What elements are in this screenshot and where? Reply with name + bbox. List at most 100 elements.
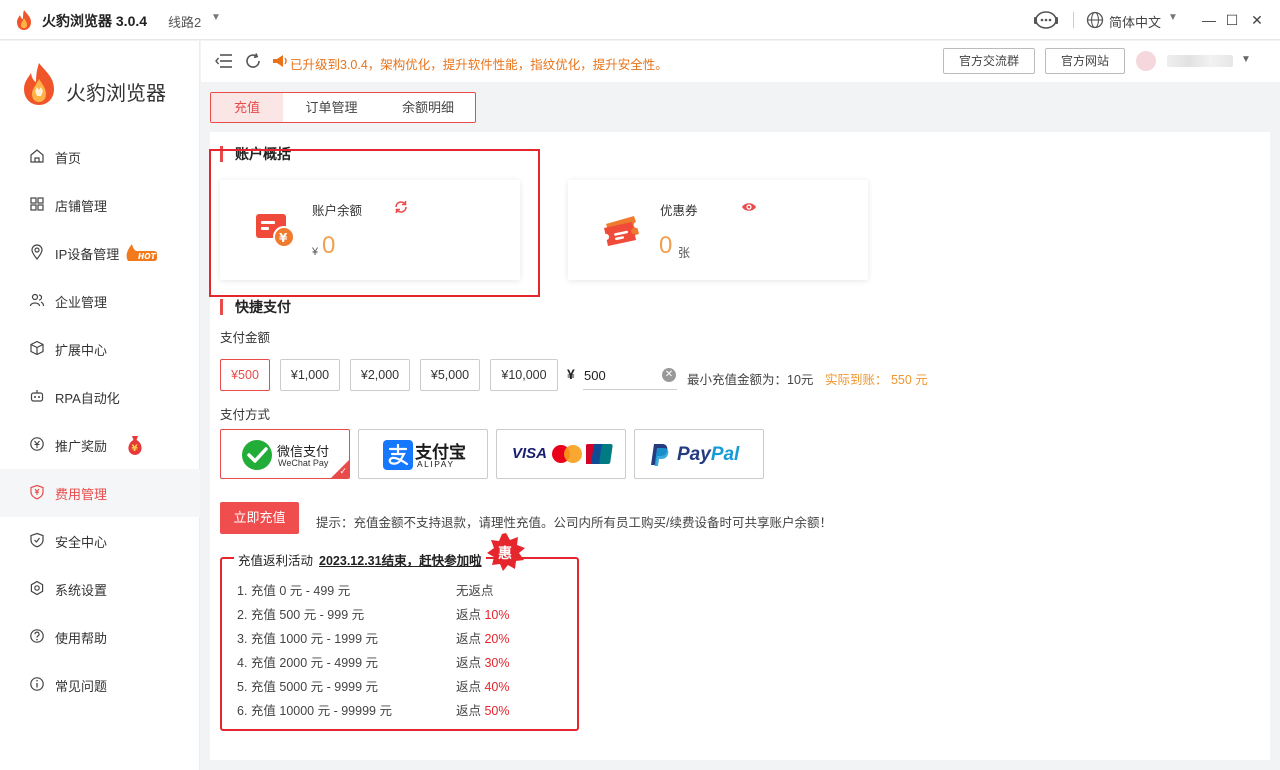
wechat-pay-en-label: WeChat Pay — [278, 458, 329, 468]
alipay-en-label: ALIPAY — [417, 459, 455, 469]
sidebar-item-rewards[interactable]: 推广奖励 ¥ — [0, 421, 200, 469]
coupon-unit: 张 — [678, 246, 691, 260]
sidebar-item-home[interactable]: 首页 — [0, 133, 200, 181]
paypal-pal-text: Pal — [710, 444, 740, 465]
sidebar: 火豹浏览器 首页 店铺管理 IP设备管理 HOT 企业管理 扩展中心 RPA自动… — [0, 41, 200, 770]
amount-option-500[interactable]: ¥500 — [220, 359, 270, 391]
tab-bar: 充值 订单管理 余额明细 — [210, 92, 476, 123]
tab-orders[interactable]: 订单管理 — [283, 93, 380, 122]
top-bar: 已升级到3.0.4，架构优化，提升软件性能，指纹优化，提升安全性。 官方交流群 … — [201, 41, 1280, 82]
svg-text:¥: ¥ — [132, 444, 139, 454]
chevron-down-icon[interactable]: ▼ — [1241, 54, 1251, 65]
robot-icon — [30, 390, 44, 402]
pay-method-paypal[interactable]: PayPal — [634, 429, 764, 479]
recharge-tip: 提示：充值金额不支持退款，请理性充值。公司内所有员工购买/续费设备时可共享账户余… — [316, 516, 832, 530]
promo-rate-1: 无返点 — [456, 584, 494, 598]
flame-logo-icon — [24, 63, 54, 105]
shield-icon — [30, 532, 44, 548]
pay-method-cards[interactable]: VISA — [496, 429, 626, 479]
close-button[interactable]: ✕ — [1248, 11, 1266, 29]
reward-icon — [30, 437, 44, 451]
globe-icon[interactable] — [1086, 11, 1104, 29]
title-bar: 火豹浏览器 3.0.4 线路2 ▼ 简体中文 ▼ — ☐ ✕ — [0, 0, 1280, 40]
amount-option-2000[interactable]: ¥2,000 — [350, 359, 410, 391]
promo-rate-3: 返点 20% — [456, 632, 510, 646]
megaphone-icon — [273, 55, 287, 67]
username-redacted[interactable] — [1167, 55, 1233, 67]
app-title: 火豹浏览器 3.0.4 — [42, 13, 148, 29]
tab-balance-details[interactable]: 余额明细 — [380, 93, 476, 122]
unionpay-icon — [586, 444, 613, 464]
svg-text:HOT: HOT — [138, 252, 157, 261]
amount-option-1000[interactable]: ¥1,000 — [280, 359, 340, 391]
location-icon — [31, 244, 43, 260]
grid-icon — [30, 197, 44, 211]
promo-rate-6: 返点 50% — [456, 704, 510, 718]
coupon-label: 优惠券 — [660, 204, 698, 218]
minimize-button[interactable]: — — [1200, 11, 1218, 29]
wechat-pay-icon — [242, 440, 272, 470]
sidebar-item-ip-devices[interactable]: IP设备管理 HOT — [0, 229, 200, 277]
users-icon — [29, 293, 45, 307]
promo-row-5: 5. 充值 5000 元 - 9999 元 — [237, 680, 379, 694]
help-icon — [30, 629, 44, 643]
promo-rate-5: 返点 40% — [456, 680, 510, 694]
discount-badge-icon: 惠 — [487, 533, 525, 571]
amount-option-10000[interactable]: ¥10,000 — [490, 359, 558, 391]
highlight-annotation — [209, 149, 540, 297]
recharge-now-button[interactable]: 立即充值 — [220, 502, 299, 534]
fee-icon — [30, 484, 44, 500]
payment-method-label: 支付方式 — [220, 408, 271, 422]
pay-method-wechat[interactable]: 微信支付 WeChat Pay ✓ — [220, 429, 350, 479]
avatar[interactable] — [1136, 51, 1156, 71]
coupon-icon — [604, 216, 639, 246]
menu-collapse-icon[interactable] — [215, 53, 233, 69]
gear-icon — [30, 580, 44, 596]
sidebar-item-help[interactable]: 使用帮助 — [0, 613, 200, 661]
refresh-icon[interactable] — [244, 52, 262, 70]
sidebar-item-settings[interactable]: 系统设置 — [0, 565, 200, 613]
promo-row-4: 4. 充值 2000 元 - 4999 元 — [237, 656, 379, 670]
quickpay-title: 快捷支付 — [220, 299, 291, 315]
money-bag-icon: ¥ — [128, 436, 142, 455]
tab-recharge[interactable]: 充值 — [211, 93, 283, 122]
line-selector[interactable]: 线路2 — [168, 12, 201, 31]
paypal-pay-text: Pay — [677, 444, 711, 465]
sidebar-item-rpa[interactable]: RPA自动化 — [0, 373, 200, 421]
sidebar-item-fees[interactable]: 费用管理 — [0, 469, 200, 517]
paypal-icon — [651, 444, 669, 466]
language-selector[interactable]: 简体中文 — [1109, 12, 1161, 31]
sidebar-item-faq[interactable]: 常见问题 — [0, 661, 200, 709]
official-website-button[interactable]: 官方网站 — [1045, 48, 1125, 74]
cube-icon — [30, 340, 44, 356]
sidebar-item-extensions[interactable]: 扩展中心 — [0, 325, 200, 373]
coupon-card: 优惠券 0 张 — [568, 180, 868, 280]
alipay-icon — [383, 440, 413, 470]
pay-method-alipay[interactable]: 支付宝 ALIPAY — [358, 429, 488, 479]
promo-title: 充值返利活动 2023.12.31结束，赶快参加啦 — [234, 550, 486, 569]
check-icon: ✓ — [339, 466, 347, 476]
eye-icon[interactable] — [741, 200, 757, 214]
divider — [1073, 12, 1074, 28]
sidebar-item-enterprise[interactable]: 企业管理 — [0, 277, 200, 325]
svg-text:惠: 惠 — [498, 545, 512, 562]
customer-service-icon[interactable] — [1033, 8, 1059, 32]
min-amount-text: 最小充值金额为：10元 — [687, 373, 814, 387]
amount-label: 支付金额 — [220, 331, 271, 345]
promo-row-6: 6. 充值 10000 元 - 99999 元 — [237, 704, 392, 718]
visa-logo-text: VISA — [512, 445, 548, 462]
sidebar-item-shops[interactable]: 店铺管理 — [0, 181, 200, 229]
promo-title-text: 充值返利活动 — [238, 554, 314, 568]
maximize-button[interactable]: ☐ — [1223, 11, 1241, 29]
promo-row-1: 1. 充值 0 元 - 499 元 — [237, 584, 351, 598]
info-icon — [30, 677, 44, 691]
clear-icon[interactable]: ✕ — [662, 368, 676, 382]
promo-rate-2: 返点 10% — [456, 608, 510, 622]
official-group-button[interactable]: 官方交流群 — [943, 48, 1035, 74]
sidebar-item-security[interactable]: 安全中心 — [0, 517, 200, 565]
promo-row-3: 3. 充值 1000 元 - 1999 元 — [237, 632, 379, 646]
chevron-down-icon[interactable]: ▼ — [211, 12, 221, 23]
amount-option-5000[interactable]: ¥5,000 — [420, 359, 480, 391]
mastercard-icon — [552, 445, 582, 463]
chevron-down-icon[interactable]: ▼ — [1168, 12, 1178, 23]
